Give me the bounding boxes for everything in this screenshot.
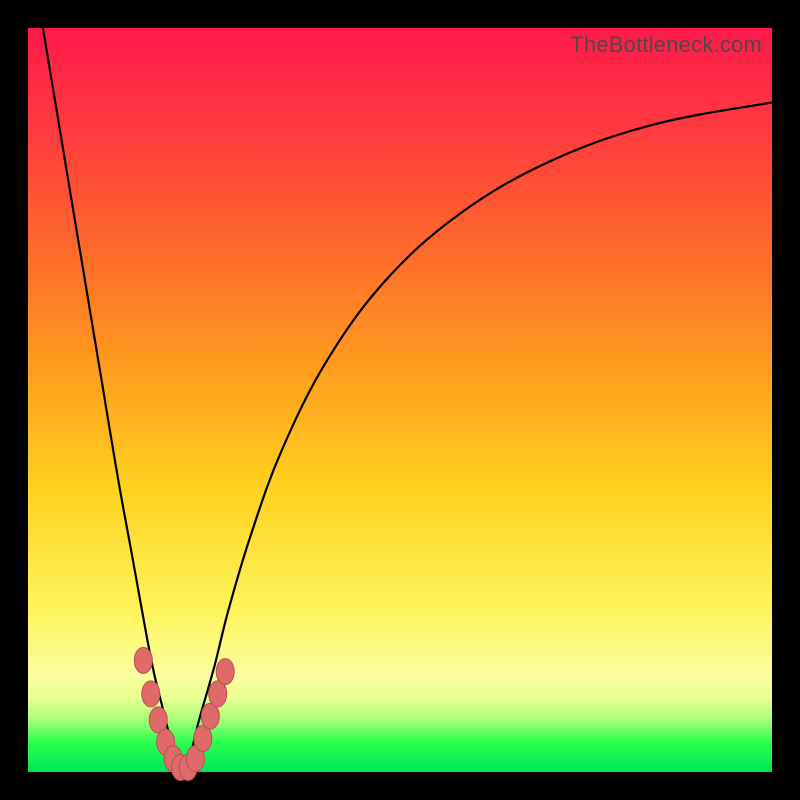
beads-group	[134, 647, 234, 780]
plot-area: TheBottleneck.com	[28, 28, 772, 772]
left-branch-curve	[43, 28, 184, 772]
curves-svg	[28, 28, 772, 772]
right-branch-curve	[184, 102, 772, 772]
bead-marker	[142, 681, 160, 707]
chart-frame: TheBottleneck.com	[0, 0, 800, 800]
bead-marker	[134, 647, 152, 673]
bead-marker	[216, 659, 234, 685]
